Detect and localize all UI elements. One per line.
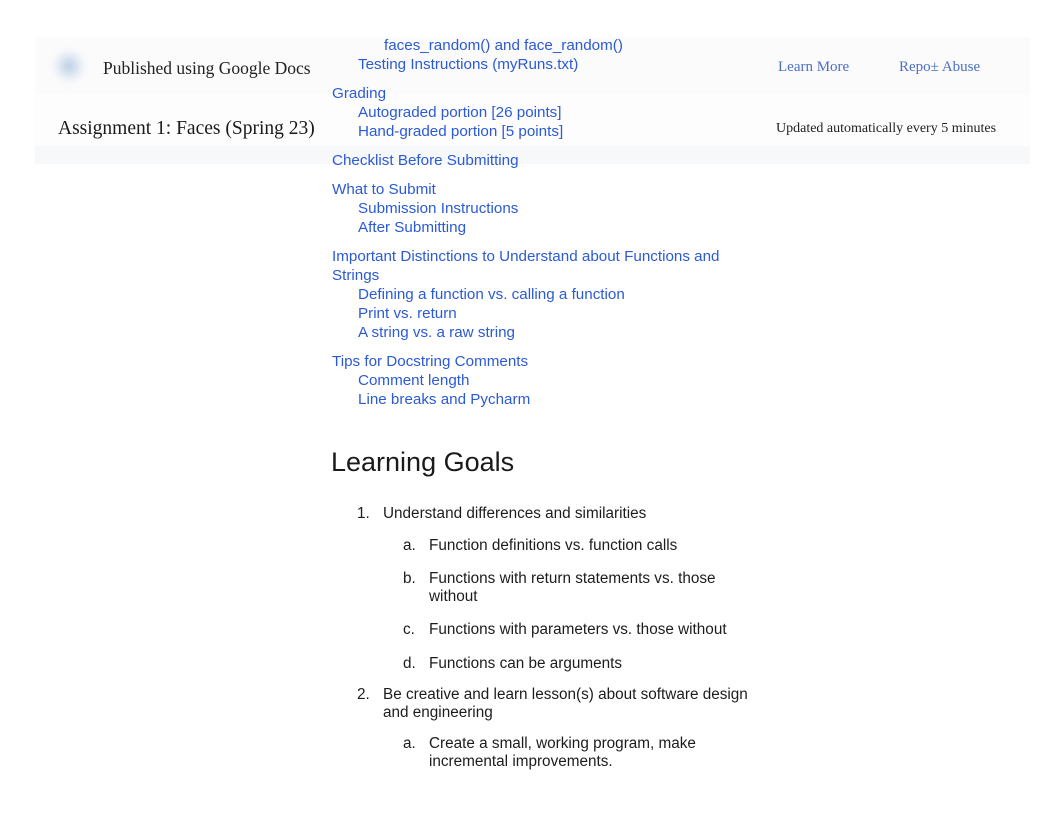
- sub-list-item: a. Create a small, working program, make …: [383, 735, 751, 770]
- toc-link[interactable]: What to Submit: [332, 180, 732, 199]
- toc-link[interactable]: Comment length: [358, 371, 732, 390]
- toc-spacer: [332, 141, 732, 151]
- toc-link[interactable]: Autograded portion [26 points]: [358, 103, 732, 122]
- toc-link[interactable]: Print vs. return: [358, 304, 732, 323]
- sub-list-marker: a.: [403, 536, 416, 554]
- sub-list-item-text: Functions can be arguments: [429, 654, 623, 672]
- toc-link[interactable]: A string vs. a raw string: [358, 323, 732, 342]
- sub-list-marker: a.: [403, 735, 416, 752]
- sub-list-marker: c.: [403, 621, 415, 638]
- sub-list-item-text: Function definitions vs. function calls: [429, 536, 678, 554]
- published-using-google-docs-label: Published using Google Docs: [103, 58, 311, 78]
- sub-list-item-text: Functions with return statements vs. tho…: [429, 570, 716, 605]
- toc-link[interactable]: Submission Instructions: [358, 199, 732, 218]
- list-item-text: Understand differences and similarities: [383, 505, 647, 522]
- toc-link[interactable]: Tips for Docstring Comments: [332, 352, 732, 371]
- list-marker: 1.: [357, 505, 370, 522]
- toc-spacer: [332, 74, 732, 84]
- learn-more-link[interactable]: Learn More: [778, 59, 849, 76]
- toc-link[interactable]: Defining a function vs. calling a functi…: [358, 285, 732, 304]
- toc-link[interactable]: faces_random() and face_random(): [384, 36, 732, 55]
- list-item: 2. Be creative and learn lesson(s) about …: [331, 686, 751, 770]
- toc-link[interactable]: Important Distinctions to Understand abo…: [332, 247, 732, 285]
- document-title: Assignment 1: Faces (Spring 23): [58, 118, 315, 139]
- toc-link[interactable]: Grading: [332, 84, 732, 103]
- toc-link[interactable]: Hand-graded portion [5 points]: [358, 122, 732, 141]
- learning-goals-list: 1. Understand differences and similaritie…: [331, 505, 751, 770]
- sub-list-item: d. Functions can be arguments: [383, 655, 751, 673]
- sub-list-item-text: Create a small, working program, make in…: [429, 735, 696, 770]
- sub-list-item: c. Functions with parameters vs. those wi…: [383, 621, 751, 639]
- sub-list-marker: d.: [403, 654, 416, 672]
- table-of-contents: faces_random() and face_random() Testing …: [332, 36, 732, 409]
- sub-list-item: b. Functions with return statements vs. t…: [383, 570, 751, 605]
- google-docs-logo-icon: [53, 50, 85, 82]
- list-item: 1. Understand differences and similaritie…: [331, 505, 751, 672]
- list-marker: 2.: [357, 686, 370, 703]
- sub-list: a. Create a small, working program, make …: [383, 735, 751, 770]
- toc-link[interactable]: After Submitting: [358, 218, 732, 237]
- page-title: Learning Goals: [331, 447, 515, 477]
- sub-list-marker: b.: [403, 570, 416, 587]
- toc-spacer: [332, 170, 732, 180]
- toc-link[interactable]: Line breaks and Pycharm: [358, 390, 732, 409]
- list-item-text: Be creative and learn lesson(s) about so…: [383, 686, 748, 721]
- report-abuse-link[interactable]: Repo± Abuse: [899, 59, 980, 76]
- toc-link[interactable]: Testing Instructions (myRuns.txt): [358, 55, 732, 74]
- toc-link[interactable]: Checklist Before Submitting: [332, 151, 732, 170]
- toc-spacer: [332, 342, 732, 352]
- auto-update-note: Updated automatically every 5 minutes: [776, 121, 997, 136]
- sub-list: a. Function definitions vs. function call…: [383, 537, 751, 673]
- sub-list-item: a. Function definitions vs. function call…: [383, 537, 751, 555]
- toc-spacer: [332, 237, 732, 247]
- sub-list-item-text: Functions with parameters vs. those with…: [429, 621, 727, 638]
